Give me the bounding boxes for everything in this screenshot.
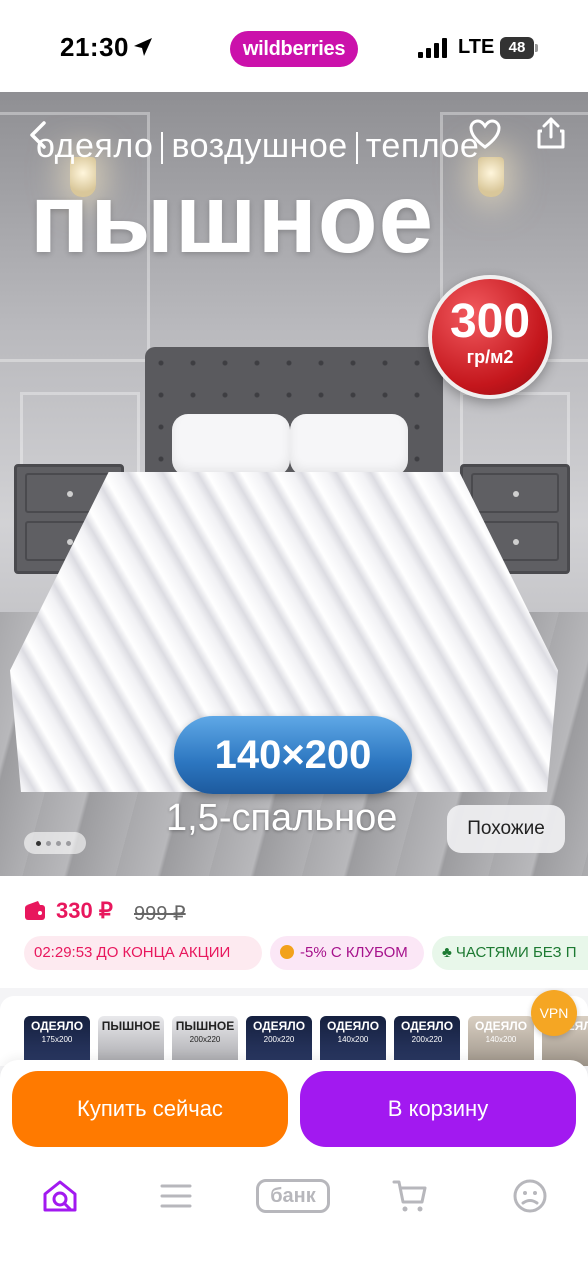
clover-icon: ♣ [442, 944, 452, 961]
action-bar: Купить сейчас В корзину [0, 1060, 588, 1160]
tagline-word: воздушное [171, 127, 348, 165]
club-discount-chip[interactable]: -5% С КЛУБОМ [270, 936, 424, 970]
pillow-left [172, 414, 290, 476]
location-arrow-icon [134, 38, 152, 56]
thumbnail[interactable]: ОДЕЯЛО 200x220 [394, 1016, 460, 1066]
bed-type-label: 1,5-спальное [166, 797, 398, 839]
thumbnail[interactable]: ОДЕЯЛО 200x220 [246, 1016, 312, 1066]
thumbnail[interactable]: ОДЕЯЛО 140x200 [320, 1016, 386, 1066]
back-chevron-icon[interactable] [22, 118, 56, 152]
menu-icon[interactable] [156, 1176, 196, 1216]
profile-icon[interactable] [510, 1176, 550, 1216]
tagline-word: теплое [365, 127, 480, 165]
club-discount-label: -5% С КЛУБОМ [300, 944, 408, 961]
battery-icon: 48 [500, 37, 538, 59]
weight-unit: гр/м2 [466, 347, 514, 367]
old-price: 999 ₽ [134, 903, 186, 925]
thumbnail[interactable]: ПЫШНОЕ [98, 1016, 164, 1066]
cart-icon[interactable] [390, 1176, 430, 1216]
weight-value: 300 [449, 295, 531, 348]
wallet-icon [25, 901, 45, 920]
weight-badge: 300 гр/м2 [428, 275, 552, 399]
thumbnail[interactable]: ПЫШНОЕ 200x220 [172, 1016, 238, 1066]
brand-pill[interactable]: wildberries [230, 31, 358, 67]
thumbnail[interactable]: ОДЕЯЛО 140x200 [468, 1016, 534, 1066]
status-time: 21:30 [60, 32, 129, 62]
signal-icon [418, 38, 448, 58]
installments-label: ЧАСТЯМИ БЕЗ П [455, 944, 577, 961]
vpn-badge[interactable]: VPN [531, 990, 577, 1036]
size-pill: 140×200 [174, 716, 412, 794]
thumbnail[interactable]: ОДЕЯЛО 175x200 [24, 1016, 90, 1066]
installments-chip[interactable]: ♣ ЧАСТЯМИ БЕЗ П [432, 936, 588, 970]
buy-now-button[interactable]: Купить сейчас [12, 1071, 288, 1147]
carousel-indicator [24, 832, 86, 854]
price-section: 330 ₽ 999 ₽ 02:29:53 ДО КОНЦА АКЦИИ -5% … [0, 876, 588, 988]
home-search-icon[interactable] [40, 1176, 80, 1216]
thumbnail-strip: ОДЕЯЛО 175x200 ПЫШНОЕ ПЫШНОЕ 200x220 ОДЕЯЛ… [0, 996, 588, 1066]
share-icon[interactable] [534, 116, 568, 150]
current-price: 330 ₽ [56, 898, 113, 923]
bottom-tab-bar: банк [0, 1160, 588, 1280]
club-star-icon [280, 945, 294, 959]
bank-tab[interactable]: банк [256, 1179, 330, 1213]
network-label: LTE [458, 36, 495, 58]
battery-level: 48 [500, 37, 534, 59]
heart-icon[interactable] [468, 118, 502, 152]
product-page: 21:30 wildberries LTE 48 одеяло воздушно… [0, 0, 588, 1280]
hero-title: пышное [30, 163, 435, 273]
pillow-right [290, 414, 408, 476]
similar-button[interactable]: Похожие [447, 805, 565, 853]
promo-timer-chip[interactable]: 02:29:53 ДО КОНЦА АКЦИИ [24, 936, 262, 970]
add-to-cart-button[interactable]: В корзину [300, 1071, 576, 1147]
product-image-carousel[interactable]: одеяло воздушное теплое пышное 300 гр/м2 1… [0, 92, 588, 876]
status-bar: 21:30 wildberries LTE 48 [0, 0, 588, 92]
